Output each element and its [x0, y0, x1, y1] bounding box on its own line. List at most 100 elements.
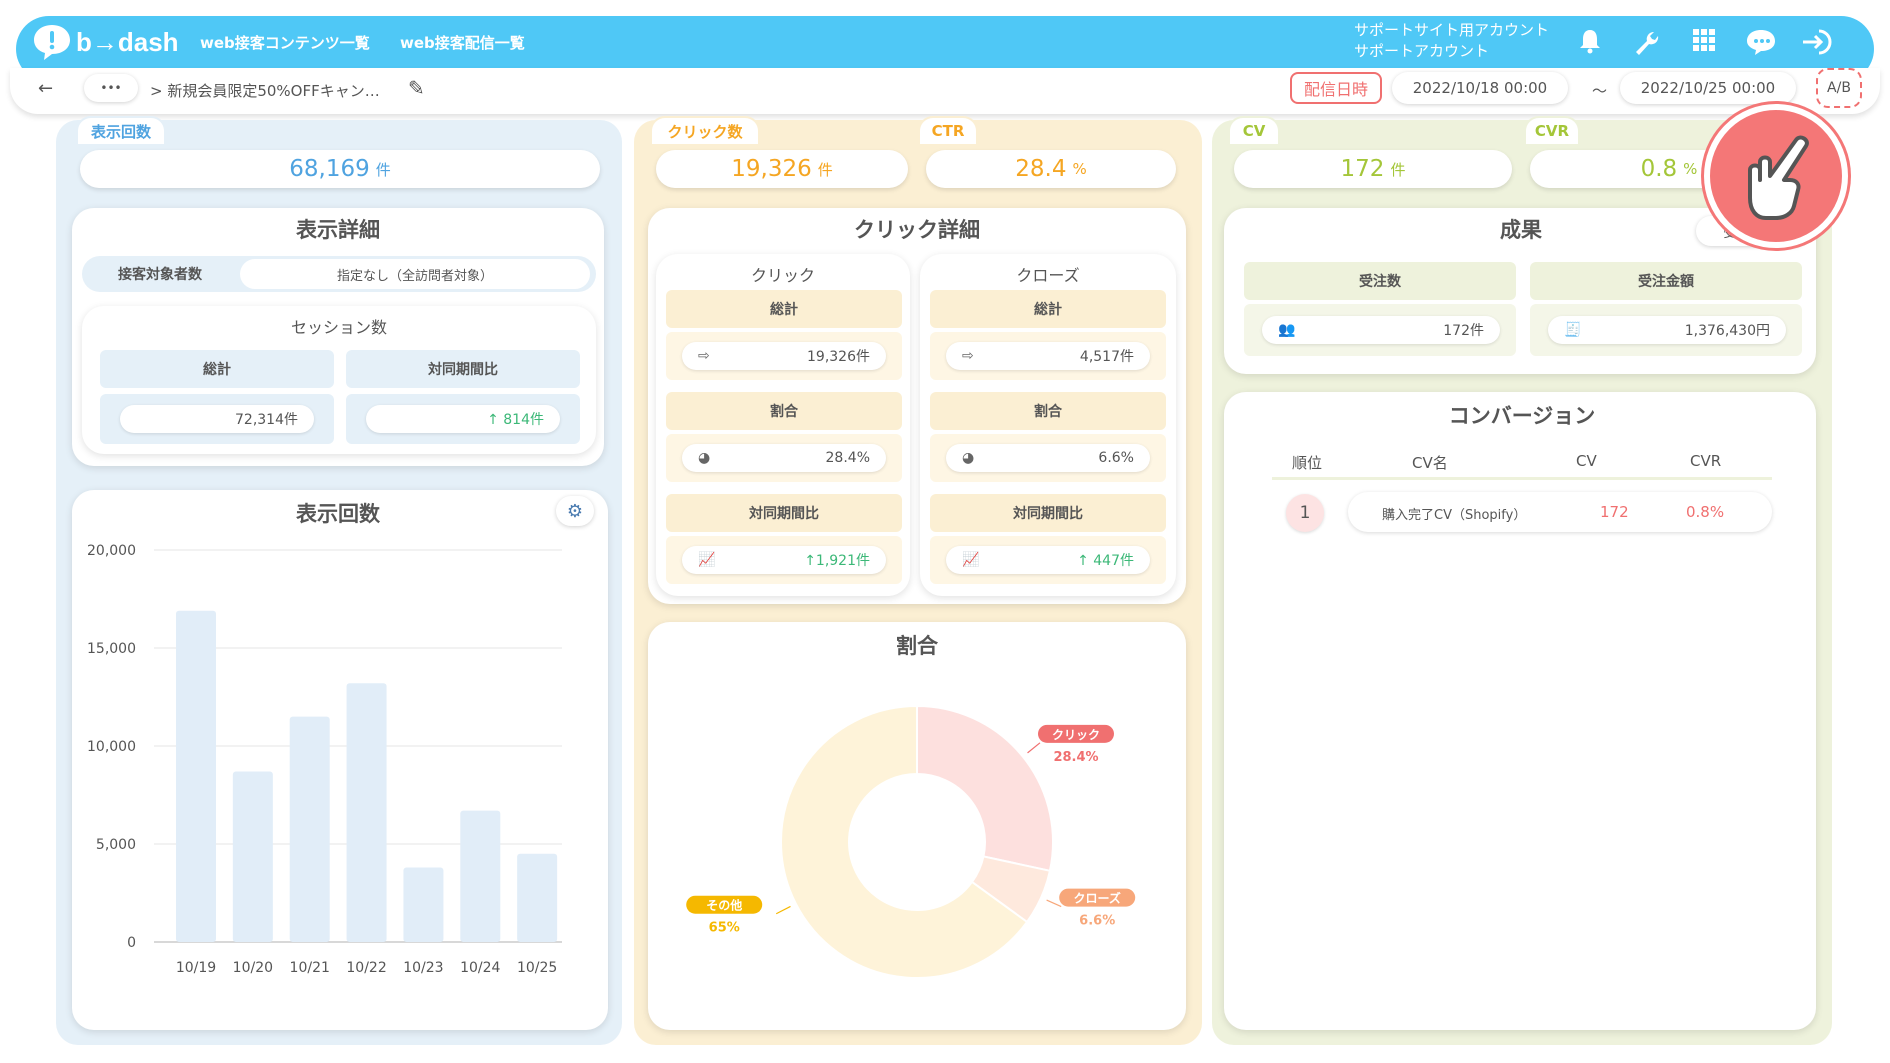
amount-value: 1,376,430円 — [1684, 323, 1770, 339]
logo[interactable]: b→dash — [32, 22, 179, 62]
date-range-separator: ～ — [1592, 82, 1608, 100]
impressions-bar-chart: 0 5,000 10,000 15,000 20,000 10/19 10/20 10/21 1… — [87, 543, 562, 976]
logo-bubble-icon — [34, 25, 70, 60]
chart-settings-gear-icon[interactable]: ⚙ — [556, 496, 594, 526]
chat-icon[interactable] — [1744, 28, 1778, 60]
donut-slice[interactable] — [916, 704, 1054, 873]
ab-toggle-button[interactable]: A/B — [1816, 68, 1862, 108]
results-title-text: 成果 — [1500, 218, 1542, 242]
bell-icon[interactable] — [1576, 28, 1604, 58]
edit-pencil-icon[interactable]: ✎ — [408, 76, 425, 100]
grid-icon[interactable] — [1690, 28, 1718, 56]
slice-label: その他 — [706, 898, 742, 913]
impressions-chart-title: 表示回数 — [288, 498, 388, 528]
nav-delivery-list[interactable]: web接客配信一覧 — [400, 32, 525, 53]
x-tick-label: 10/24 — [460, 960, 500, 976]
conversion-title: コンバージョン — [1440, 400, 1604, 430]
click-total-value: 19,326件 — [807, 349, 870, 365]
more-button[interactable]: ••• — [84, 74, 138, 102]
amount-header: 受注金額 — [1530, 262, 1802, 300]
clicks-stat: 19,326 件 — [656, 150, 908, 188]
col-cv-name: CV名 — [1412, 454, 1448, 472]
click-detail-title: クリック詳細 — [848, 214, 986, 244]
col-cvr: CVR — [1690, 452, 1722, 470]
bar[interactable] — [346, 683, 387, 942]
impressions-chart-title-text: 表示回数 — [296, 502, 380, 526]
logo-text: b→dash — [76, 26, 179, 57]
bar[interactable] — [517, 853, 558, 942]
col-cv: CV — [1576, 452, 1597, 470]
pie-icon: ◕ — [698, 450, 711, 466]
close-ratio-label: 割合 — [1034, 404, 1062, 420]
pointing-hand-icon — [1748, 135, 1809, 220]
slice-percent: 6.6% — [1079, 914, 1115, 929]
session-title: セッション数 — [290, 318, 387, 337]
y-tick-label: 0 — [127, 935, 136, 951]
conversion-card — [1224, 392, 1816, 1030]
bar[interactable] — [232, 771, 273, 942]
logout-icon[interactable] — [1800, 28, 1834, 60]
slice-percent: 28.4% — [1053, 750, 1098, 765]
breadcrumb[interactable]: > 新規会員限定50%OFFキャン… — [150, 80, 380, 101]
trend-icon: 📈 — [698, 552, 716, 568]
date-from-field[interactable]: 2022/10/18 00:00 — [1392, 72, 1568, 104]
account-info[interactable]: サポートサイト用アカウント サポートアカウント — [1354, 20, 1549, 62]
ctr-tag: CTR — [918, 116, 978, 146]
slice-label: クローズ — [1074, 891, 1121, 906]
conversion-row[interactable]: 購入完了CV（Shopify） 172 0.8% — [1348, 492, 1772, 532]
nav-content-list[interactable]: web接客コンテンツ一覧 — [200, 32, 370, 53]
y-tick-label: 10,000 — [87, 739, 136, 755]
session-yoy-value: ↑ 814件 — [487, 412, 544, 428]
x-tick-label: 10/23 — [403, 960, 443, 976]
cvr-tag: CVR — [1524, 116, 1580, 146]
users-icon: 👥 — [1278, 322, 1296, 338]
ab-label: A/B — [1827, 80, 1851, 96]
cv-unit: 件 — [1390, 160, 1406, 179]
leader-line — [1027, 742, 1041, 754]
ctr-value: 28.4 — [1015, 156, 1067, 182]
date-to-field[interactable]: 2022/10/25 00:00 — [1620, 72, 1796, 104]
conversion-title-text: コンバージョン — [1448, 404, 1596, 428]
bar[interactable] — [403, 867, 444, 942]
close-ratio-header: 割合 — [930, 392, 1166, 430]
conversion-cvr: 0.8% — [1686, 503, 1725, 521]
pie-icon: ◕ — [962, 450, 975, 466]
clicks-unit: 件 — [817, 160, 833, 179]
orders-label: 受注数 — [1359, 274, 1401, 290]
col-rank: 順位 — [1292, 454, 1323, 472]
click-subcard-title: クリック — [750, 266, 815, 285]
close-icon: ⇨ — [962, 348, 974, 364]
bar[interactable] — [460, 810, 501, 942]
back-arrow-icon[interactable]: ← — [38, 78, 53, 99]
close-ratio-value: 6.6% — [1098, 450, 1134, 466]
session-total-label: 総計 — [203, 362, 231, 378]
invoice-icon: 🧾 — [1564, 322, 1582, 338]
impressions-tag-text: 表示回数 — [90, 122, 151, 141]
session-total-value: 72,314件 — [235, 412, 298, 428]
close-yoy-value: ↑ 447件 — [1077, 553, 1134, 569]
account-name: サポートアカウント — [1354, 42, 1490, 60]
orders-pill: 👥 172件 — [1262, 316, 1500, 344]
click-total-label: 総計 — [770, 302, 798, 318]
conversion-table-header: 順位 CV名 CV CVR — [1272, 450, 1772, 480]
gear-glyph: ⚙ — [566, 500, 584, 522]
amount-pill: 🧾 1,376,430円 — [1548, 316, 1786, 344]
close-subcard-title: クローズ — [1016, 266, 1080, 285]
leader-line — [775, 905, 791, 915]
close-yoy-header: 対同期間比 — [930, 494, 1166, 532]
cvr-tag-text: CVR — [1534, 122, 1570, 140]
close-total-label: 総計 — [1034, 302, 1062, 318]
click-total-pill: ⇨ 19,326件 — [682, 342, 886, 370]
session-total-header: 総計 — [100, 350, 334, 388]
x-tick-label: 10/19 — [176, 960, 216, 976]
session-yoy-header: 対同期間比 — [346, 350, 580, 388]
x-tick-label: 10/25 — [517, 960, 557, 976]
clicks-tag: クリック数 — [650, 116, 760, 146]
bar[interactable] — [289, 716, 330, 942]
bar[interactable] — [176, 610, 216, 942]
cv-stat: 172 件 — [1234, 150, 1512, 188]
impressions-unit: 件 — [375, 160, 391, 179]
display-detail-title-text: 表示詳細 — [296, 218, 380, 242]
wrench-icon[interactable] — [1632, 28, 1660, 60]
x-tick-label: 10/20 — [233, 960, 273, 976]
